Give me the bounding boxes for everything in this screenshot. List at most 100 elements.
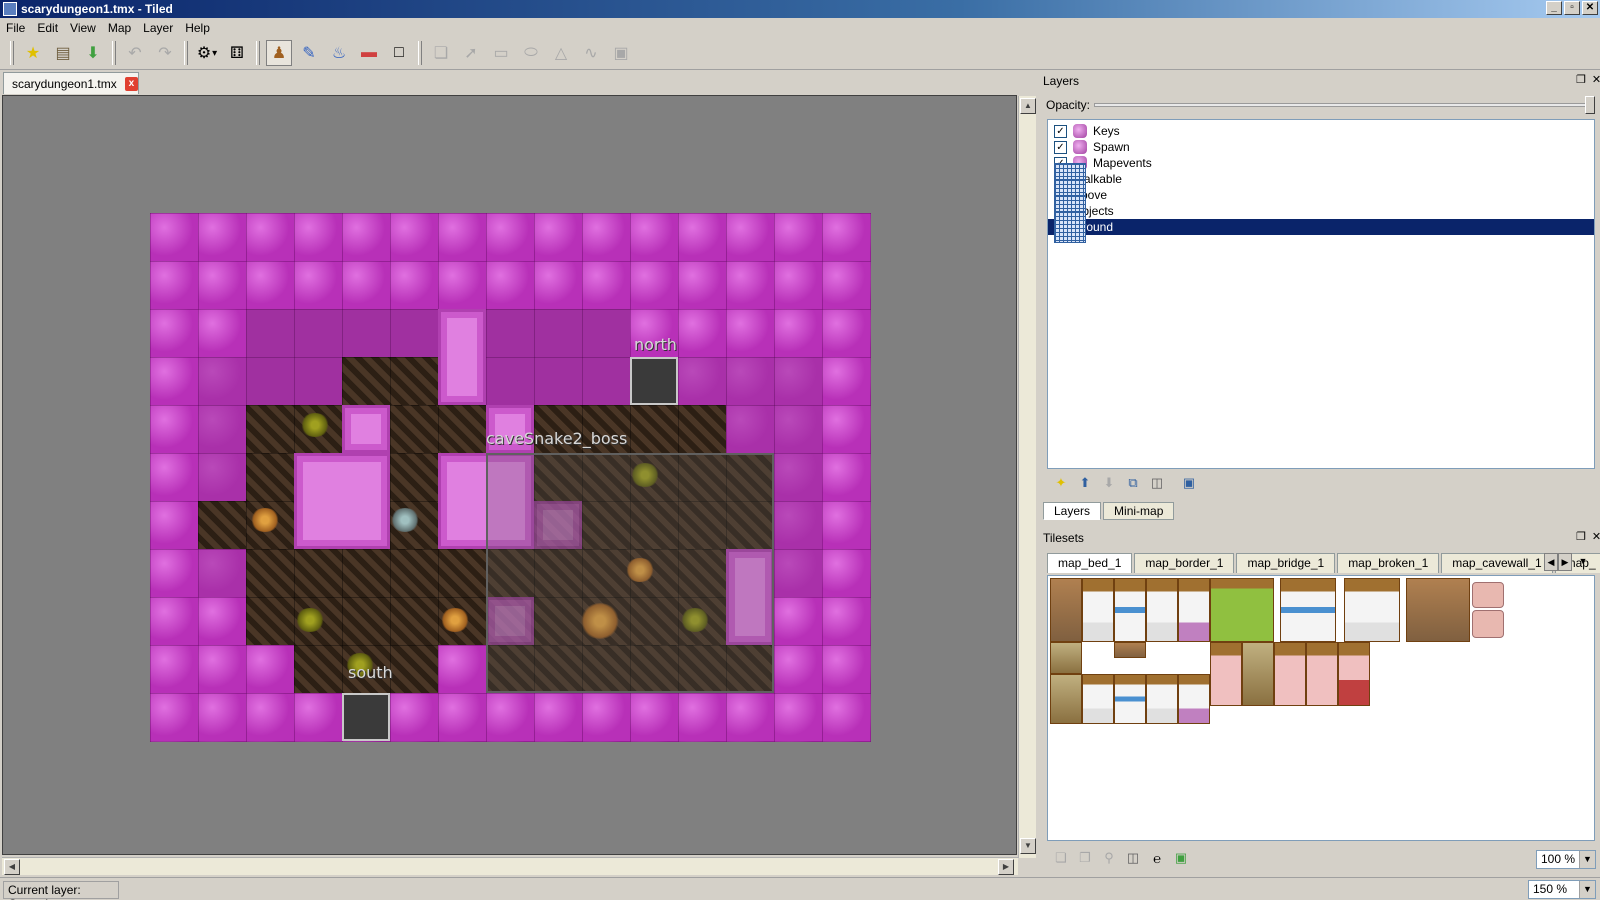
close-tab-icon[interactable]: x xyxy=(124,76,138,91)
tile[interactable] xyxy=(1472,582,1504,608)
tile[interactable] xyxy=(1114,578,1146,642)
tile[interactable] xyxy=(1050,578,1082,642)
tile[interactable] xyxy=(1114,642,1146,658)
edit-polygons-icon[interactable]: ➚ xyxy=(458,40,484,66)
redo-icon[interactable]: ↷ xyxy=(152,40,178,66)
edit-terrain-icon[interactable]: ℮ xyxy=(1148,849,1166,867)
tileset-view[interactable] xyxy=(1047,575,1595,841)
menu-edit[interactable]: Edit xyxy=(31,21,64,35)
raise-layer-icon[interactable]: ⬆ xyxy=(1076,474,1094,492)
menu-file[interactable]: File xyxy=(0,21,31,35)
eraser-icon[interactable]: ▬ xyxy=(356,40,382,66)
map-zoom-select[interactable]: 150 % ▼ xyxy=(1528,880,1596,899)
import-tileset-icon[interactable]: ❐ xyxy=(1076,849,1094,867)
chevron-down-icon[interactable]: ▼ xyxy=(1579,851,1595,868)
commands-icon[interactable]: ⚙ xyxy=(194,40,220,66)
insert-polyline-icon[interactable]: ∿ xyxy=(578,40,604,66)
tile[interactable] xyxy=(1146,578,1178,642)
north-exit[interactable] xyxy=(630,357,678,405)
insert-rectangle-icon[interactable]: ▭ xyxy=(488,40,514,66)
layer-row-keys[interactable]: ✓ Keys xyxy=(1048,123,1594,139)
new-icon[interactable]: ★ xyxy=(20,40,46,66)
chevron-down-icon[interactable]: ▼ xyxy=(1579,881,1595,898)
tile[interactable] xyxy=(1050,642,1082,674)
delete-layer-icon[interactable]: ◫ xyxy=(1148,474,1166,492)
map-horizontal-scrollbar[interactable]: ◀ ▶ xyxy=(2,857,1018,875)
insert-polygon-icon[interactable]: △ xyxy=(548,40,574,66)
close-button[interactable]: ✕ xyxy=(1582,1,1598,15)
object-label-north[interactable]: north xyxy=(634,335,677,354)
map-view[interactable]: north caveSnake2_boss south xyxy=(2,95,1017,855)
float-icon[interactable]: ❐ xyxy=(1576,530,1586,543)
map-vertical-scrollbar[interactable]: ▲ ▼ xyxy=(1018,96,1036,858)
bucket-fill-icon[interactable]: ♨ xyxy=(326,40,352,66)
visibility-checkbox[interactable]: ✓ xyxy=(1054,124,1067,138)
rect-select-icon[interactable]: □ xyxy=(386,40,412,66)
tab-tileset[interactable]: map_border_1 xyxy=(1134,553,1235,573)
menu-view[interactable]: View xyxy=(64,21,102,35)
tile[interactable] xyxy=(1242,642,1274,706)
select-objects-icon[interactable]: ❏ xyxy=(428,40,454,66)
insert-tile-icon[interactable]: ▣ xyxy=(608,40,634,66)
layer-properties-icon[interactable]: ▣ xyxy=(1180,474,1198,492)
tab-tileset[interactable]: map_cavewall_1 xyxy=(1441,553,1553,573)
remove-tileset-icon[interactable]: ◫ xyxy=(1124,849,1142,867)
new-tileset-icon[interactable]: ❏ xyxy=(1052,849,1070,867)
layer-row-above[interactable]: ✓ Above xyxy=(1048,179,1594,211)
tile[interactable] xyxy=(1338,642,1370,706)
stamp-brush-icon[interactable]: ♟ xyxy=(266,40,292,66)
layer-row-mapevents[interactable]: ✓ Mapevents xyxy=(1048,155,1594,171)
tile[interactable] xyxy=(1210,642,1242,706)
menu-layer[interactable]: Layer xyxy=(137,21,179,35)
opacity-slider-handle[interactable] xyxy=(1585,96,1595,114)
tabs-menu-icon[interactable]: ▼ xyxy=(1576,553,1590,571)
tile[interactable] xyxy=(1178,674,1210,724)
tab-tileset[interactable]: map_broken_1 xyxy=(1337,553,1440,573)
layer-row-objects[interactable]: ✓ Objects xyxy=(1048,195,1594,227)
undo-icon[interactable]: ↶ xyxy=(122,40,148,66)
scroll-left-icon[interactable]: ◀ xyxy=(4,859,20,875)
tab-tileset[interactable]: map_bridge_1 xyxy=(1236,553,1336,573)
close-icon[interactable]: ✕ xyxy=(1592,73,1600,86)
tile[interactable] xyxy=(1472,610,1504,638)
tile[interactable] xyxy=(1114,674,1146,724)
layer-row-spawn[interactable]: ✓ Spawn xyxy=(1048,139,1594,155)
tile[interactable] xyxy=(1178,578,1210,642)
menu-help[interactable]: Help xyxy=(179,21,216,35)
random-icon[interactable]: ⚅ xyxy=(224,40,250,66)
add-layer-icon[interactable]: ✦ xyxy=(1052,474,1070,492)
scroll-up-icon[interactable]: ▲ xyxy=(1020,98,1036,114)
tile[interactable] xyxy=(1146,674,1178,724)
object-label-south[interactable]: south xyxy=(348,663,393,682)
duplicate-layer-icon[interactable]: ⧉ xyxy=(1124,474,1142,492)
south-exit[interactable] xyxy=(342,693,390,741)
tabs-scroll-left-icon[interactable]: ◀ xyxy=(1544,553,1558,571)
menu-map[interactable]: Map xyxy=(102,21,137,35)
tile[interactable] xyxy=(1082,674,1114,724)
tab-layers[interactable]: Layers xyxy=(1043,502,1102,520)
visibility-checkbox[interactable]: ✓ xyxy=(1054,140,1067,154)
maximize-button[interactable]: ▫ xyxy=(1564,1,1580,15)
boss-spawn-area[interactable] xyxy=(486,453,774,693)
tab-minimap[interactable]: Mini-map xyxy=(1103,502,1175,520)
tab-tileset[interactable]: map_bed_1 xyxy=(1047,553,1133,573)
tile[interactable] xyxy=(1306,642,1338,706)
tile[interactable] xyxy=(1280,578,1336,642)
toolbar-grip[interactable] xyxy=(10,41,14,65)
tile[interactable] xyxy=(1344,578,1400,642)
tile[interactable] xyxy=(1082,578,1114,642)
layer-row-ground[interactable]: ✓ Ground xyxy=(1048,211,1594,243)
save-icon[interactable]: ⬇ xyxy=(80,40,106,66)
float-icon[interactable]: ❐ xyxy=(1576,73,1586,86)
tabs-scroll-right-icon[interactable]: ▶ xyxy=(1558,553,1572,571)
scroll-right-icon[interactable]: ▶ xyxy=(998,859,1014,875)
layer-row-walkable[interactable]: ✓ Walkable xyxy=(1048,163,1594,195)
minimize-button[interactable]: _ xyxy=(1546,1,1562,15)
open-icon[interactable]: ▤ xyxy=(50,40,76,66)
document-tab[interactable]: scarydungeon1.tmx x xyxy=(3,72,139,94)
scroll-down-icon[interactable]: ▼ xyxy=(1020,838,1036,854)
insert-ellipse-icon[interactable]: ⬭ xyxy=(518,40,544,66)
close-icon[interactable]: ✕ xyxy=(1592,530,1600,543)
terrain-brush-icon[interactable]: ✎ xyxy=(296,40,322,66)
tile-map[interactable]: north caveSnake2_boss south xyxy=(150,213,871,742)
